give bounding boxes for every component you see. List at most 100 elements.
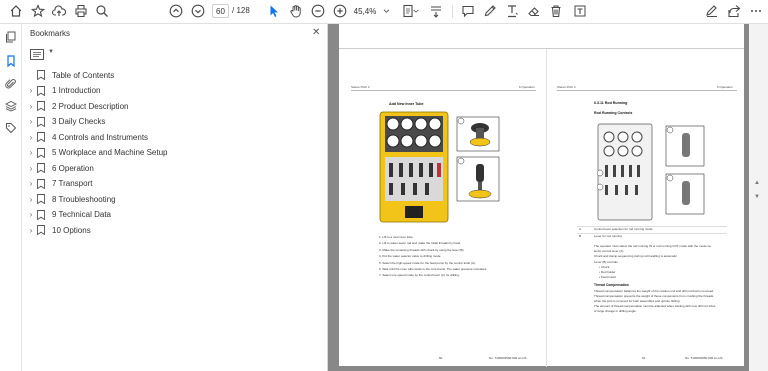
bookmark-label: 1 Introduction — [52, 86, 101, 95]
tags-icon[interactable] — [4, 121, 18, 135]
chevron-right-icon[interactable]: › — [27, 179, 35, 189]
more-tools-icon[interactable] — [748, 3, 764, 19]
bookmark-label: 7 Transport — [52, 179, 93, 188]
page-footer-doc: No. T100001550 000 en-US — [489, 356, 527, 360]
chevron-down-icon[interactable]: ▼ — [48, 49, 54, 55]
body-text: Lever (B) controls: — [594, 259, 619, 264]
chevron-right-icon[interactable]: › — [27, 86, 35, 96]
bookmark-icon[interactable] — [4, 54, 18, 68]
bookmark-label: 5 Workplace and Machine Setup — [52, 148, 168, 157]
bookmark-icon — [37, 194, 45, 205]
table-value: Lever for rod running — [594, 234, 622, 238]
attachment-icon[interactable] — [4, 77, 18, 91]
rod-running-panel-illustration — [597, 123, 653, 221]
body-text: • Feed travel — [599, 275, 616, 280]
bookmark-item[interactable]: › 6 Operation — [22, 161, 322, 175]
toolbar-divider — [452, 5, 453, 18]
bookmark-item[interactable]: Table of Contents — [22, 68, 322, 82]
document-view: Stereo PHC 4 6 Operation Add New Inner T… — [328, 24, 768, 371]
chevron-right-icon[interactable]: › — [27, 225, 35, 235]
table-key: A — [579, 227, 582, 231]
inset-illustration-a — [456, 116, 500, 152]
bookmark-item[interactable]: › 1 Introduction — [22, 84, 322, 98]
page-total: / 128 — [232, 6, 250, 15]
bookmark-icon — [37, 225, 45, 236]
page-header-right: 6 Operation — [519, 85, 535, 89]
bookmark-item[interactable]: › 7 Transport — [22, 177, 322, 191]
step-text: 7. Select one speed mode by the control … — [379, 273, 460, 278]
chevron-right-icon[interactable]: › — [27, 101, 35, 111]
scroll-down-icon[interactable]: ▼ — [754, 194, 760, 200]
scroll-mode-icon[interactable] — [428, 3, 444, 19]
bookmark-item[interactable]: › 5 Workplace and Machine Setup — [22, 146, 322, 160]
zoom-dropdown-icon[interactable] — [382, 3, 391, 19]
cloud-upload-icon[interactable] — [51, 3, 67, 19]
body-text: The amount of thread compensation must b… — [594, 304, 716, 309]
page-thumbnails-icon[interactable] — [4, 30, 18, 44]
body-text: when the joint is removed for both assem… — [594, 299, 681, 304]
bookmark-icon — [37, 178, 45, 189]
bookmark-icon — [37, 163, 45, 174]
page-spread: Stereo PHC 4 6 Operation Add New Inner T… — [339, 48, 744, 367]
bookmark-icon — [37, 132, 45, 143]
print-icon[interactable] — [73, 3, 89, 19]
table-key: B — [579, 234, 582, 238]
chevron-right-icon[interactable]: › — [27, 132, 35, 142]
section-heading: 6.3.11 Rod Running — [594, 101, 628, 105]
pen-icon[interactable] — [482, 3, 498, 19]
fit-dropdown-icon[interactable] — [412, 3, 420, 19]
bookmark-item[interactable]: › 10 Options — [22, 223, 322, 237]
bookmark-item[interactable]: › 3 Daily Checks — [22, 115, 322, 129]
page-number-input[interactable]: 60 — [212, 4, 229, 18]
bookmark-label: 4 Controls and Instruments — [52, 132, 149, 142]
chevron-right-icon[interactable]: › — [27, 148, 35, 158]
body-text: Thread compensation balances the weight … — [594, 289, 714, 294]
chevron-right-icon[interactable]: › — [27, 117, 35, 127]
bookmark-label: 6 Operation — [52, 163, 94, 173]
chevron-right-icon[interactable]: › — [27, 194, 35, 204]
search-icon[interactable] — [94, 3, 110, 19]
delete-icon[interactable] — [548, 3, 564, 19]
comment-icon[interactable] — [460, 3, 476, 19]
inset-illustration-a — [665, 125, 705, 167]
inset-illustration-b — [456, 156, 500, 202]
zoom-in-icon[interactable] — [332, 3, 348, 19]
body-text: Thread compensation prevents the weight … — [594, 294, 714, 299]
bookmark-item[interactable]: › 2 Product Description — [22, 99, 322, 113]
bookmark-options-icon[interactable] — [30, 48, 46, 60]
step-text: 4. Put the water selector valve to drill… — [379, 254, 442, 259]
chevron-right-icon[interactable]: › — [27, 210, 35, 220]
home-icon[interactable] — [8, 3, 24, 19]
bookmark-item[interactable]: › 9 Technical Data — [22, 208, 322, 222]
eraser-icon[interactable] — [526, 3, 542, 19]
next-page-icon[interactable] — [190, 3, 206, 19]
close-icon[interactable]: ✕ — [312, 27, 320, 38]
chevron-right-icon[interactable]: › — [27, 163, 35, 173]
highlight-text-icon[interactable] — [504, 3, 520, 19]
page-60: Stereo PHC 4 6 Operation Add New Inner T… — [339, 49, 546, 367]
bookmark-label: 8 Troubleshooting — [52, 194, 116, 204]
toolbar: 60 / 128 45,4% — [0, 0, 768, 24]
bookmark-item[interactable]: › 8 Troubleshooting — [22, 192, 322, 206]
header-rule — [351, 90, 536, 91]
page-header-left: Stereo PHC 4 — [351, 85, 370, 89]
select-cursor-icon[interactable] — [266, 3, 282, 19]
bookmark-item[interactable]: › 4 Controls and Instruments — [22, 130, 322, 144]
share-icon[interactable] — [726, 3, 742, 19]
layers-icon[interactable] — [4, 99, 18, 113]
star-icon[interactable] — [30, 3, 46, 19]
zoom-level-input[interactable]: 45,4% — [350, 4, 380, 18]
hand-tool-icon[interactable] — [288, 3, 304, 19]
inset-illustration-b — [665, 173, 705, 215]
body-text: • Chuck — [599, 264, 610, 269]
page-61: Stereo PHC 4 6 Operation 6.3.11 Rod Runn… — [547, 49, 744, 367]
step-text: 1. Lift to a new inner tube. — [379, 235, 414, 239]
navigation-rail — [0, 24, 22, 371]
step-text: 6. Wait until the inner tube lands in th… — [379, 267, 488, 271]
previous-page-icon[interactable] — [168, 3, 184, 19]
zoom-out-icon[interactable] — [310, 3, 326, 19]
scroll-up-icon[interactable]: ▲ — [754, 180, 760, 186]
fill-sign-icon[interactable] — [704, 3, 720, 19]
bookmark-label: 3 Daily Checks — [52, 117, 106, 126]
text-box-icon[interactable] — [572, 3, 588, 19]
